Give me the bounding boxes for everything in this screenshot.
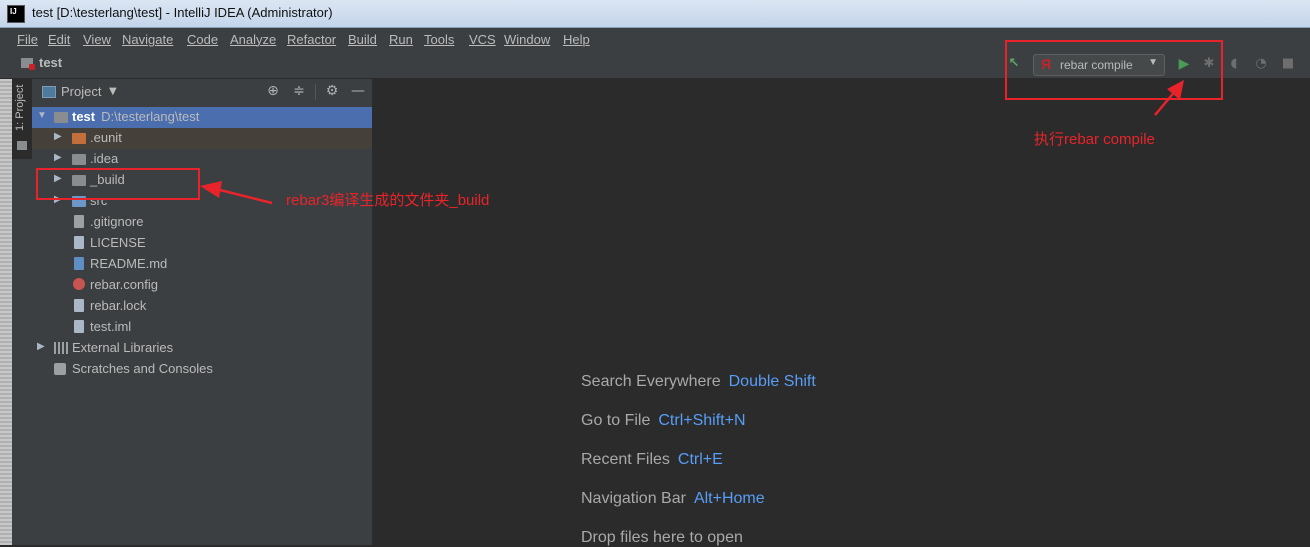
project-panel: Project ▼ ⊕ ≑ ⚙ — ▼ test D:\testerlang\te…	[32, 79, 373, 545]
collapsed-arrow-icon[interactable]: ▶	[37, 341, 47, 352]
intellij-app-icon	[7, 5, 25, 23]
collapsed-arrow-icon[interactable]: ▶	[54, 131, 64, 142]
text-file-icon	[74, 236, 84, 249]
tree-item-readme[interactable]: README.md	[32, 254, 372, 275]
hint-go-to-file: Go to File Ctrl+Shift+N	[581, 412, 746, 430]
divider	[315, 84, 316, 100]
minimize-icon[interactable]: —	[350, 83, 366, 99]
hint-shortcut: Ctrl+Shift+N	[658, 412, 746, 429]
tree-item-label: README.md	[90, 256, 168, 271]
profile-icon[interactable]: ◔	[1253, 56, 1269, 72]
annotation-box-run-config	[1005, 40, 1223, 100]
project-panel-header: Project ▼ ⊕ ≑ ⚙ —	[32, 79, 372, 105]
menu-tools[interactable]: Tools	[424, 32, 454, 47]
project-folder-icon	[21, 58, 35, 70]
menu-vcs[interactable]: VCS	[469, 32, 496, 47]
erlang-config-icon	[73, 278, 85, 290]
libraries-icon	[54, 342, 68, 354]
menu-analyze[interactable]: Analyze	[230, 32, 276, 47]
tree-item-rebar-lock[interactable]: rebar.lock	[32, 296, 372, 317]
menu-navigate[interactable]: Navigate	[122, 32, 173, 47]
hint-shortcut: Ctrl+E	[677, 451, 723, 468]
menu-help[interactable]: Help	[563, 32, 590, 47]
hint-navigation-bar: Navigation Bar Alt+Home	[581, 490, 765, 508]
tree-item-label: test.iml	[90, 319, 132, 334]
text-file-icon	[74, 299, 84, 312]
background-window-strip	[0, 79, 12, 545]
tree-item-label: LICENSE	[90, 235, 146, 250]
module-file-icon	[74, 320, 84, 333]
menu-view[interactable]: View	[83, 32, 111, 47]
tree-item-label: .idea	[90, 151, 119, 166]
annotation-box-build	[36, 168, 200, 200]
file-icon	[74, 215, 84, 228]
hint-shortcut: Alt+Home	[693, 490, 765, 507]
expanded-arrow-icon[interactable]: ▼	[37, 110, 47, 121]
coverage-icon[interactable]: ◖	[1226, 56, 1242, 72]
tree-item-label: rebar.config	[90, 277, 158, 292]
tree-item-label: .eunit	[90, 130, 122, 145]
folder-icon	[72, 154, 86, 165]
tree-item-label: rebar.lock	[90, 298, 147, 313]
menu-code[interactable]: Code	[187, 32, 218, 47]
tree-item-gitignore[interactable]: .gitignore	[32, 212, 372, 233]
menu-build[interactable]: Build	[348, 32, 377, 47]
hint-search-everywhere: Search Everywhere Double Shift	[581, 373, 816, 391]
window-title-bar: test [D:\testerlang\test] - IntelliJ IDE…	[0, 0, 1310, 27]
hint-text: Go to File	[581, 412, 651, 429]
project-tool-tab-label: 1: Project	[14, 84, 26, 131]
scratches-icon	[54, 363, 66, 375]
root-path: D:\testerlang\test	[101, 109, 200, 124]
hint-drop-files: Drop files here to open	[581, 529, 743, 547]
chevron-down-icon[interactable]: ▼	[109, 86, 117, 97]
nav-project-name[interactable]: test	[39, 55, 62, 70]
editor-empty-state: Search Everywhere Double Shift Go to File…	[373, 79, 1310, 547]
tree-item-label: .gitignore	[90, 214, 144, 229]
menu-window[interactable]: Window	[504, 32, 550, 47]
gear-icon[interactable]: ⚙	[324, 83, 340, 99]
locate-icon[interactable]: ⊕	[265, 83, 281, 99]
project-view-selector[interactable]: Project	[61, 84, 101, 99]
project-tool-window-tab[interactable]: 1: Project	[12, 79, 32, 159]
hint-text: Navigation Bar	[581, 490, 686, 507]
hint-text: Drop files here to open	[581, 529, 743, 546]
tree-item-scratches[interactable]: Scratches and Consoles	[32, 359, 372, 380]
hint-shortcut: Double Shift	[728, 373, 816, 390]
project-view-icon	[42, 86, 56, 98]
tree-item-eunit[interactable]: ▶ .eunit	[32, 128, 372, 149]
tree-item-label: External Libraries	[72, 340, 174, 355]
tree-item-license[interactable]: LICENSE	[32, 233, 372, 254]
tree-item-label: Scratches and Consoles	[72, 361, 213, 376]
menu-edit[interactable]: Edit	[48, 32, 70, 47]
tree-item-idea[interactable]: ▶ .idea	[32, 149, 372, 170]
excluded-folder-icon	[72, 133, 86, 144]
annotation-compile-note: 执行rebar compile	[1034, 131, 1155, 148]
menu-run[interactable]: Run	[389, 32, 413, 47]
tool-window-sidebar	[12, 159, 32, 545]
root-name: test	[72, 109, 96, 124]
folder-icon	[17, 141, 27, 150]
menu-refactor[interactable]: Refactor	[287, 32, 336, 47]
annotation-build-note: rebar3编译生成的文件夹_build	[286, 192, 490, 209]
hint-text: Recent Files	[581, 451, 670, 468]
menu-file[interactable]: File	[17, 32, 38, 47]
tree-root-test[interactable]: ▼ test D:\testerlang\test	[32, 107, 372, 128]
markdown-file-icon	[74, 257, 84, 270]
tree-item-external-libraries[interactable]: ▶ External Libraries	[32, 338, 372, 359]
stop-icon[interactable]: ■	[1280, 56, 1296, 72]
window-title: test [D:\testerlang\test] - IntelliJ IDE…	[32, 5, 333, 20]
module-folder-icon	[54, 112, 68, 123]
hint-text: Search Everywhere	[581, 373, 721, 390]
hint-recent-files: Recent Files Ctrl+E	[581, 451, 723, 469]
collapse-all-icon[interactable]: ≑	[291, 83, 307, 99]
collapsed-arrow-icon[interactable]: ▶	[54, 152, 64, 163]
tree-item-rebar-config[interactable]: rebar.config	[32, 275, 372, 296]
tree-item-test-iml[interactable]: test.iml	[32, 317, 372, 338]
